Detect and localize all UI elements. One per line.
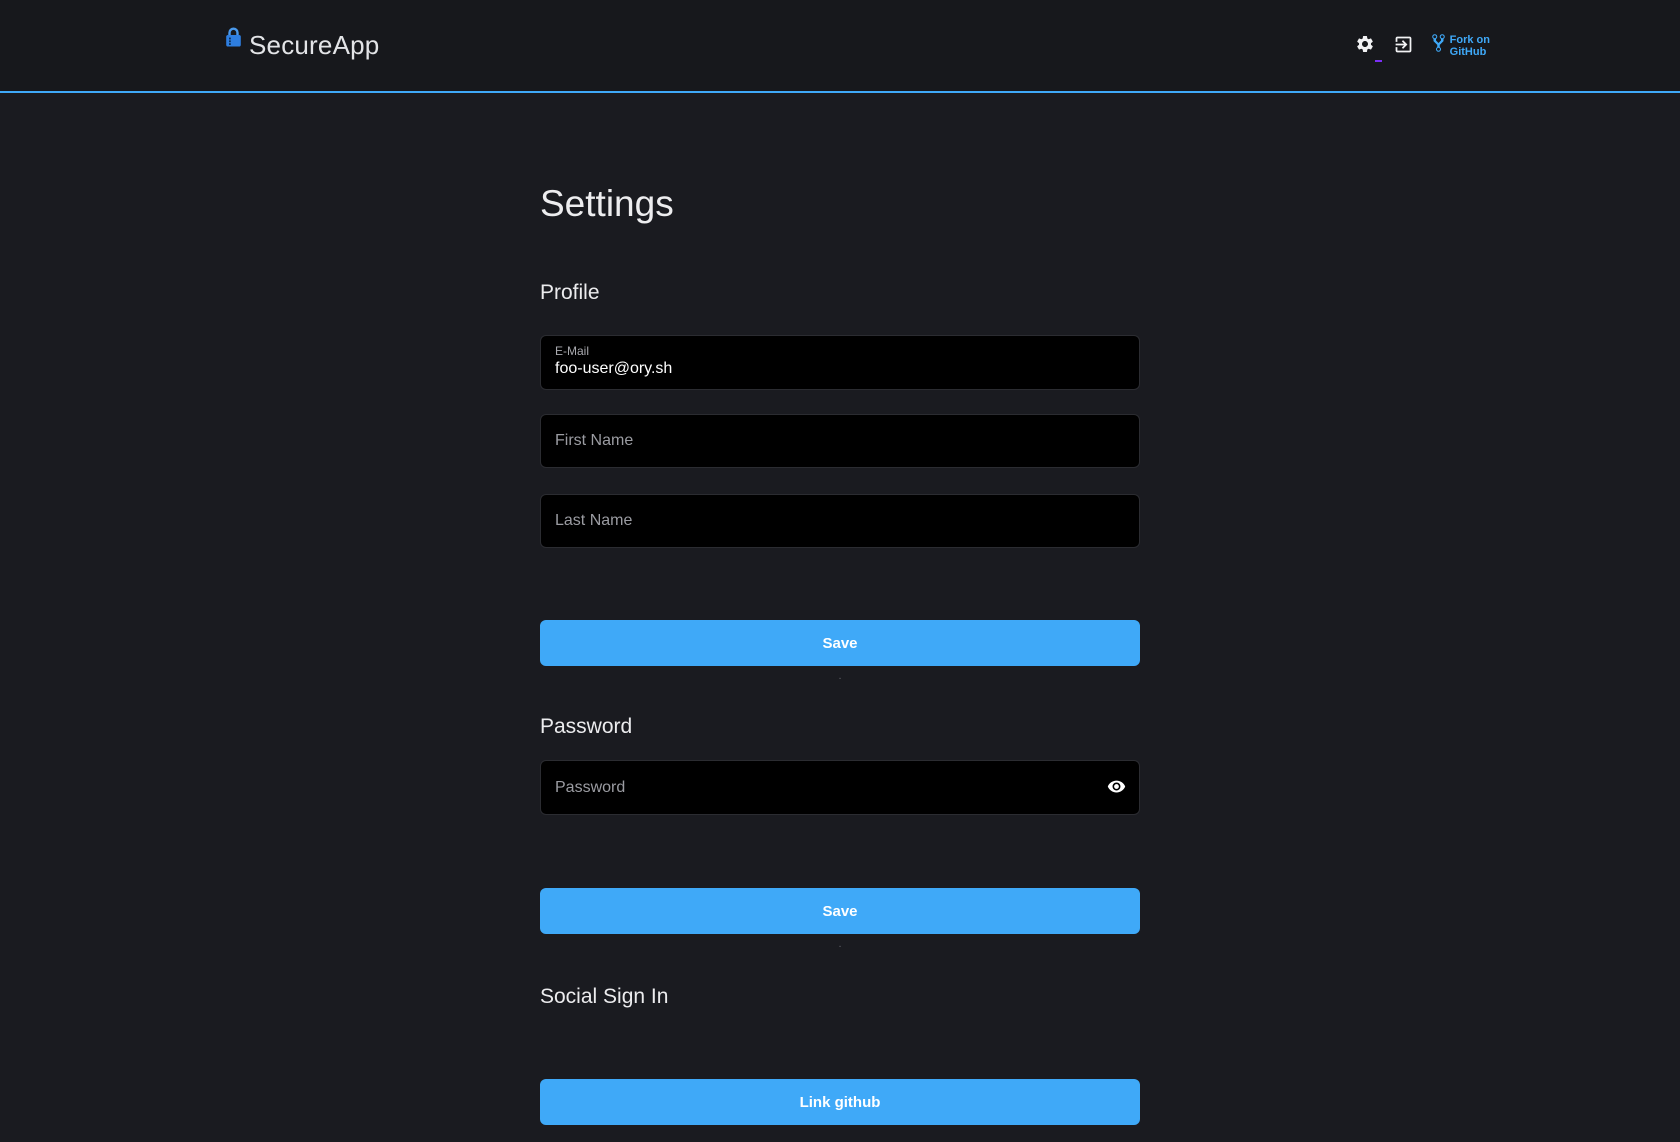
app-name: SecureApp <box>249 30 379 61</box>
page-title: Settings <box>540 183 1140 225</box>
lock-icon <box>225 27 242 53</box>
profile-section: Profile E-Mail Save . <box>540 281 1140 681</box>
social-sign-in-section: Social Sign In Link github <box>540 985 1140 1125</box>
email-field[interactable]: E-Mail <box>540 335 1140 390</box>
email-input[interactable] <box>555 358 1125 378</box>
toggle-password-visibility-button[interactable] <box>1104 776 1128 800</box>
last-name-input[interactable] <box>540 494 1140 548</box>
password-heading: Password <box>540 715 1140 739</box>
gear-underscore-mark <box>1375 60 1382 62</box>
password-input[interactable] <box>540 760 1140 815</box>
password-section: Password Save . <box>540 715 1140 949</box>
link-github-button[interactable]: Link github <box>540 1079 1140 1125</box>
settings-button[interactable] <box>1354 35 1376 57</box>
header-actions: Fork on GitHub <box>1354 33 1490 58</box>
password-form-message: . <box>540 939 1140 949</box>
fork-on-github-link[interactable]: Fork on GitHub <box>1432 33 1490 58</box>
gear-icon <box>1355 34 1375 57</box>
profile-heading: Profile <box>540 281 1140 305</box>
app-logo[interactable]: SecureApp <box>225 30 379 61</box>
first-name-input[interactable] <box>540 414 1140 468</box>
save-profile-button[interactable]: Save <box>540 620 1140 666</box>
eye-icon <box>1107 777 1126 799</box>
git-fork-icon <box>1432 33 1445 58</box>
logout-button[interactable] <box>1393 35 1415 57</box>
app-header: SecureApp Fork <box>0 0 1680 93</box>
email-label: E-Mail <box>555 344 1125 358</box>
password-field-wrap <box>540 760 1140 815</box>
logout-icon <box>1393 34 1414 58</box>
profile-form-message: . <box>540 671 1140 681</box>
save-password-button[interactable]: Save <box>540 888 1140 934</box>
settings-page: Settings Profile E-Mail Save . Password <box>540 183 1140 1125</box>
social-sign-in-heading: Social Sign In <box>540 985 1140 1009</box>
fork-link-text: Fork on GitHub <box>1450 34 1490 58</box>
